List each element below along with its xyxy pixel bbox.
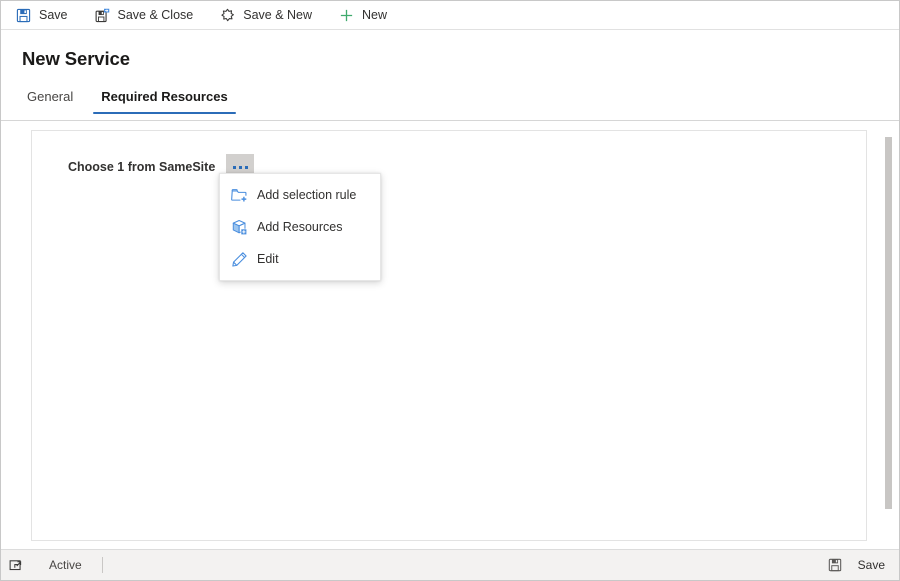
content-area: Choose 1 from SameSite [1,123,899,549]
save-and-close-button[interactable]: Save & Close [94,1,204,29]
menu-item-edit[interactable]: Edit [220,243,380,275]
ellipsis-dot [238,165,242,169]
required-resources-panel: Choose 1 from SameSite [31,130,867,541]
status-bar: Active Save [1,549,899,580]
save-and-new-button[interactable]: Save & New [219,1,322,29]
save-and-new-button-label: Save & New [243,8,313,22]
folder-add-icon [230,186,248,204]
box-add-icon [230,218,248,236]
save-and-new-icon [219,7,236,24]
save-floppy-icon [827,557,844,574]
menu-item-add-resources-label: Add Resources [257,220,343,234]
menu-item-edit-label: Edit [257,252,279,266]
new-button-label: New [362,8,388,22]
save-button[interactable]: Save [15,1,78,29]
page-header: New Service General Required Resources [1,30,899,121]
save-floppy-icon [15,7,32,24]
tab-general[interactable]: General [19,89,81,114]
status-state-label: Active [49,558,82,572]
selection-rule-label: Choose 1 from SameSite [68,160,216,174]
save-and-close-icon [94,7,111,24]
pencil-icon [230,250,248,268]
service-form-window: Save Save & Close Save & New New New Ser… [0,0,900,581]
status-divider [101,557,103,573]
ellipsis-dot [244,165,248,169]
save-and-close-button-label: Save & Close [117,8,194,22]
plus-icon [338,7,355,24]
new-button[interactable]: New [338,1,397,29]
menu-item-add-selection-rule[interactable]: Add selection rule [220,179,380,211]
vertical-scrollbar-thumb[interactable] [885,137,892,509]
menu-item-add-resources[interactable]: Add Resources [220,211,380,243]
vertical-scrollbar-track[interactable] [883,125,894,543]
status-save-button-label: Save [857,558,885,572]
tab-general-label: General [27,89,74,104]
popout-expand-icon[interactable] [1,550,31,580]
ellipsis-dot [232,165,236,169]
header-divider [1,120,899,121]
page-title: New Service [22,48,130,69]
menu-item-add-selection-rule-label: Add selection rule [257,188,357,202]
tab-required-resources-label: Required Resources [101,89,228,104]
ellipsis-context-menu: Add selection rule Add Resources Edit [219,173,381,281]
command-bar: Save Save & Close Save & New New [1,1,899,30]
tab-strip: General Required Resources [19,82,248,114]
status-save-button[interactable]: Save [817,550,899,580]
save-button-label: Save [39,8,68,22]
tab-required-resources[interactable]: Required Resources [93,89,237,114]
